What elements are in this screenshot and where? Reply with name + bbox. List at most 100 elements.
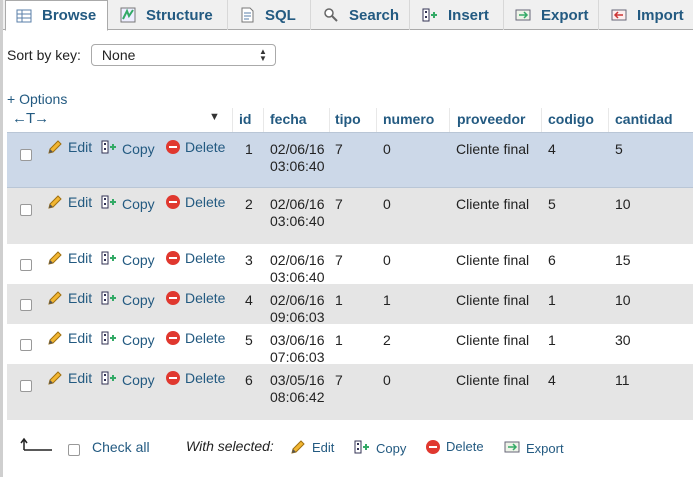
row-copy-button[interactable]: Copy	[101, 139, 155, 158]
bulk-copy-button[interactable]: Copy	[354, 439, 406, 458]
row-delete-button[interactable]: Delete	[166, 290, 225, 306]
row-delete-button[interactable]: Delete	[166, 370, 225, 386]
table-row[interactable]: Edit Copy Delete 6 03/05/16 08:06:42 7 0 Cliente…	[7, 364, 693, 420]
row-copy-button[interactable]: Copy	[101, 250, 155, 269]
cell-id[interactable]: 1	[245, 141, 253, 158]
cell-codigo[interactable]: 4	[548, 141, 556, 158]
cell-proveedor[interactable]: Cliente final	[456, 141, 529, 158]
cell-fecha[interactable]: 03/05/16 08:06:42	[270, 372, 325, 406]
cell-id[interactable]: 3	[245, 252, 253, 269]
bulk-export-button[interactable]: Export	[504, 439, 564, 458]
row-copy-button[interactable]: Copy	[101, 330, 155, 349]
delete-icon	[166, 140, 180, 154]
tab-export[interactable]: Export	[505, 0, 599, 30]
column-header-tipo[interactable]: tipo	[335, 111, 361, 127]
table-row[interactable]: Edit Copy Delete 1 02/06/16 03:06:40 7 0 Cliente…	[7, 132, 693, 188]
cell-fecha[interactable]: 02/06/16 03:06:40	[270, 141, 325, 175]
table-row[interactable]: Edit Copy Delete 5 03/06/16 07:06:03 1 2 Cliente…	[7, 324, 693, 366]
row-checkbox[interactable]	[20, 259, 32, 271]
tab-structure[interactable]: Structure	[110, 0, 228, 30]
column-header-cantidad[interactable]: cantidad	[615, 111, 673, 127]
cell-codigo[interactable]: 1	[548, 292, 556, 309]
cell-proveedor[interactable]: Cliente final	[456, 372, 529, 389]
cell-cantidad[interactable]: 5	[615, 141, 623, 158]
column-header-id[interactable]: id	[239, 111, 251, 127]
row-edit-button[interactable]: Edit	[47, 370, 92, 386]
copy-icon	[101, 139, 117, 158]
tab-search[interactable]: Search	[313, 0, 410, 30]
cell-tipo[interactable]: 1	[335, 292, 343, 309]
check-all-label[interactable]: Check all	[92, 439, 150, 455]
tab-insert[interactable]: Insert	[412, 0, 504, 30]
row-delete-button[interactable]: Delete	[166, 194, 225, 210]
cell-id[interactable]: 6	[245, 372, 253, 389]
column-header-proveedor[interactable]: proveedor	[457, 111, 525, 127]
cell-numero[interactable]: 0	[383, 141, 391, 158]
cell-fecha[interactable]: 03/06/16 07:06:03	[270, 332, 325, 366]
bulk-edit-button[interactable]: Edit	[290, 439, 334, 455]
cell-tipo[interactable]: 7	[335, 252, 343, 269]
table-row[interactable]: Edit Copy Delete 3 02/06/16 03:06:40 7 0 Cliente…	[7, 244, 693, 286]
row-checkbox[interactable]	[20, 299, 32, 311]
tab-sql[interactable]: SQL	[229, 0, 311, 30]
cell-codigo[interactable]: 6	[548, 252, 556, 269]
cell-proveedor[interactable]: Cliente final	[456, 252, 529, 269]
cell-numero[interactable]: 1	[383, 292, 391, 309]
tab-browse[interactable]: Browse	[5, 0, 108, 31]
cell-tipo[interactable]: 1	[335, 332, 343, 349]
column-header-fecha[interactable]: fecha	[270, 111, 307, 127]
tab-import[interactable]: Import	[601, 0, 693, 30]
row-delete-button[interactable]: Delete	[166, 330, 225, 346]
cell-numero[interactable]: 0	[383, 252, 391, 269]
cell-cantidad[interactable]: 10	[615, 196, 631, 213]
row-checkbox[interactable]	[20, 204, 32, 216]
cell-proveedor[interactable]: Cliente final	[456, 332, 529, 349]
cell-tipo[interactable]: 7	[335, 196, 343, 213]
row-delete-label: Delete	[185, 250, 226, 266]
cell-fecha[interactable]: 02/06/16 03:06:40	[270, 196, 325, 230]
column-header-codigo[interactable]: codigo	[548, 111, 594, 127]
cell-codigo[interactable]: 5	[548, 196, 556, 213]
row-checkbox[interactable]	[20, 339, 32, 351]
cell-cantidad[interactable]: 11	[615, 372, 630, 389]
options-link[interactable]: + Options	[7, 91, 67, 107]
row-copy-button[interactable]: Copy	[101, 290, 155, 309]
row-edit-button[interactable]: Edit	[47, 330, 92, 346]
cell-fecha[interactable]: 02/06/16 09:06:03	[270, 292, 325, 326]
cell-codigo[interactable]: 1	[548, 332, 556, 349]
table-row[interactable]: Edit Copy Delete 2 02/06/16 03:06:40 7 0 Cliente…	[7, 188, 693, 244]
cell-proveedor[interactable]: Cliente final	[456, 292, 529, 309]
cell-tipo[interactable]: 7	[335, 141, 343, 158]
cell-numero[interactable]: 0	[383, 196, 391, 213]
check-all-checkbox[interactable]	[68, 444, 80, 456]
bulk-delete-button[interactable]: Delete	[426, 439, 484, 454]
row-edit-button[interactable]: Edit	[47, 290, 92, 306]
table-row[interactable]: Edit Copy Delete 4 02/06/16 09:06:03 1 1 Cliente…	[7, 284, 693, 326]
row-checkbox[interactable]	[20, 380, 32, 392]
row-copy-button[interactable]: Copy	[101, 370, 155, 389]
cell-id[interactable]: 5	[245, 332, 253, 349]
column-menu-caret-icon[interactable]: ▼	[209, 111, 220, 123]
row-edit-button[interactable]: Edit	[47, 194, 92, 210]
row-delete-button[interactable]: Delete	[166, 139, 225, 155]
row-copy-button[interactable]: Copy	[101, 194, 155, 213]
row-edit-button[interactable]: Edit	[47, 250, 92, 266]
cell-tipo[interactable]: 7	[335, 372, 343, 389]
cell-id[interactable]: 4	[245, 292, 253, 309]
column-resize-arrows-icon[interactable]: ←T→	[12, 110, 49, 127]
row-checkbox[interactable]	[20, 149, 32, 161]
sort-by-key-select[interactable]: None ▲ ▼	[90, 44, 276, 66]
row-delete-button[interactable]: Delete	[166, 250, 225, 266]
cell-id[interactable]: 2	[245, 196, 253, 213]
cell-numero[interactable]: 2	[383, 332, 391, 349]
cell-cantidad[interactable]: 15	[615, 252, 631, 269]
cell-codigo[interactable]: 4	[548, 372, 556, 389]
cell-cantidad[interactable]: 30	[615, 332, 631, 349]
column-header-numero[interactable]: numero	[383, 111, 434, 127]
cell-fecha[interactable]: 02/06/16 03:06:40	[270, 252, 325, 286]
cell-proveedor[interactable]: Cliente final	[456, 196, 529, 213]
row-edit-button[interactable]: Edit	[47, 139, 92, 155]
cell-numero[interactable]: 0	[383, 372, 391, 389]
cell-cantidad[interactable]: 10	[615, 292, 631, 309]
row-delete-label: Delete	[185, 370, 226, 386]
